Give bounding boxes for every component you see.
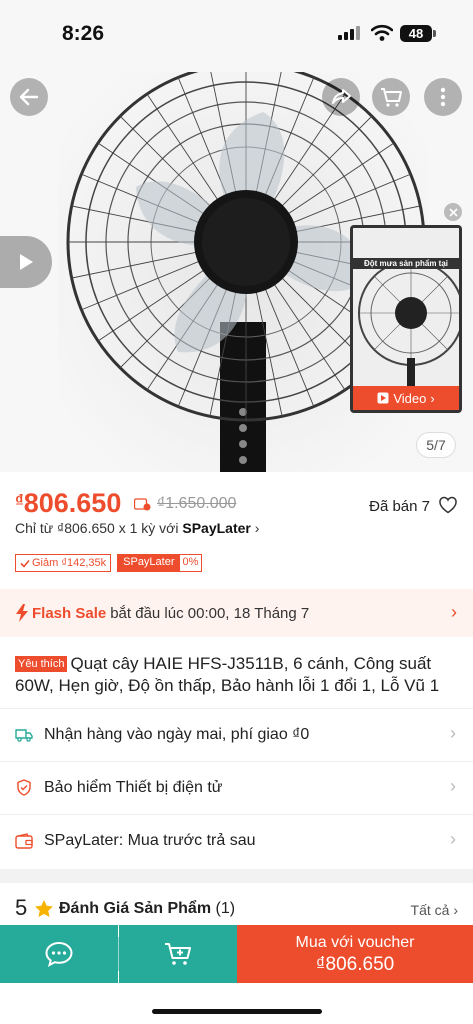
shipping-row[interactable]: Nhận hàng vào ngày mai, phí giao ₫0 › — [0, 708, 473, 760]
home-indicator — [152, 1009, 322, 1014]
see-all-reviews-link[interactable]: Tất cả › — [411, 902, 458, 918]
shipping-row-label: Nhận hàng vào ngày mai, phí giao ₫0 — [44, 725, 310, 743]
chevron-right-icon: › — [450, 723, 456, 743]
discount-tag-text: Giảm ₫142,35k — [32, 557, 107, 569]
buy-button-label: Mua với voucher — [295, 934, 415, 951]
gallery-play-button[interactable] — [0, 236, 52, 288]
share-button[interactable] — [322, 78, 360, 116]
price-value: 806.650 — [23, 488, 122, 518]
truck-icon — [15, 726, 33, 744]
promo-tags: Giảm ₫142,35k SPayLater 0% — [15, 554, 203, 572]
video-preview[interactable]: Đột mưa sản phẩm tại Video › — [350, 225, 462, 413]
image-counter: 5/7 — [416, 432, 456, 458]
product-title: Yêu thích Quạt cây HAIE HFS-J3511B, 6 cán… — [15, 653, 458, 697]
spaylater-installment-link[interactable]: Chỉ từ ₫806.650 x 1 kỳ với SPayLater › — [15, 520, 259, 536]
video-label-text: Video — [393, 390, 427, 406]
heart-icon[interactable] — [438, 496, 458, 514]
spaylater-tag-rate: 0% — [182, 556, 199, 568]
wifi-icon — [371, 24, 393, 41]
buy-with-voucher-button[interactable]: Mua với voucher ₫806.650 — [237, 925, 473, 983]
chat-icon — [45, 941, 73, 967]
chevron-right-icon: › — [450, 829, 456, 849]
cart-button[interactable] — [372, 78, 410, 116]
chevron-right-icon: › — [254, 520, 260, 536]
flash-sale-banner[interactable]: Flash Sale bắt đầu lúc 00:00, 18 Tháng 7… — [0, 589, 473, 637]
arrow-left-icon — [19, 88, 39, 106]
price-row: ₫806.650 ₫1.650.000 Đã bán 7 — [15, 488, 458, 522]
rating-value: 5 — [15, 895, 28, 920]
video-play-icon — [377, 392, 389, 404]
spaylater-tag-label: SPayLater — [118, 555, 180, 571]
reviews-title: Đánh Giá Sản Phẩm (1) — [59, 900, 235, 918]
spaylater-row-label: SPayLater: Mua trước trả sau — [44, 831, 256, 849]
wallet-icon — [15, 832, 33, 850]
add-to-cart-button[interactable] — [119, 925, 237, 983]
more-options-button[interactable] — [424, 78, 462, 116]
reviews-header[interactable]: 5 Đánh Giá Sản Phẩm (1) Tất cả › — [15, 895, 458, 925]
currency-symbol: ₫ — [15, 491, 24, 510]
spaylater-tag[interactable]: SPayLater 0% — [117, 554, 203, 572]
product-page: { "status_bar": {"time": "8:26", "batter… — [0, 0, 473, 1024]
coin-icon — [134, 498, 151, 511]
bottom-action-bar: Mua với voucher ₫806.650 — [0, 925, 473, 983]
play-icon — [20, 254, 33, 270]
original-price: ₫1.650.000 — [157, 495, 237, 512]
flash-sale-time: bắt đầu lúc 00:00, 18 Tháng 7 — [110, 604, 310, 622]
chevron-right-icon: › — [451, 602, 457, 622]
signal-icon — [338, 26, 360, 40]
star-icon — [35, 900, 53, 917]
reviews-count: (1) — [215, 900, 236, 917]
video-close-button[interactable] — [444, 203, 462, 221]
spaylater-row[interactable]: SPayLater: Mua trước trả sau › — [0, 814, 473, 866]
close-icon — [448, 207, 458, 217]
status-time: 8:26 — [62, 22, 105, 45]
product-image-gallery[interactable]: Đột mưa sản phẩm tại Video › 5/7 — [0, 0, 473, 472]
product-title-text: Quạt cây HAIE HFS-J3511B, 6 cánh, Công s… — [15, 654, 440, 695]
buy-button-price: ₫806.650 — [315, 954, 395, 975]
section-divider — [0, 869, 473, 883]
cart-icon — [381, 88, 402, 107]
chat-button[interactable] — [0, 925, 118, 983]
back-button[interactable] — [10, 78, 48, 116]
insurance-row[interactable]: Bảo hiểm Thiết bị điện tử › — [0, 761, 473, 813]
shield-icon — [15, 779, 33, 797]
sold-count: Đã bán 7 — [369, 498, 430, 515]
check-icon — [20, 559, 30, 568]
insurance-row-label: Bảo hiểm Thiết bị điện tử — [44, 778, 223, 796]
battery-icon: 48 — [400, 25, 436, 42]
chevron-right-icon: › — [430, 390, 435, 406]
video-thumbnail — [353, 228, 459, 388]
chevron-right-icon: › — [450, 776, 456, 796]
spaylater-brand: SPayLater — [182, 520, 251, 536]
video-banner: Đột mưa sản phẩm tại — [353, 258, 459, 269]
flash-sale-label: Flash Sale — [32, 604, 107, 622]
reviews-title-text: Đánh Giá Sản Phẩm — [59, 900, 212, 917]
current-price: ₫806.650 — [15, 488, 121, 519]
status-bar: 8:26 48 — [0, 0, 473, 62]
lightning-icon — [16, 604, 28, 622]
more-vertical-icon — [440, 87, 446, 107]
favorite-badge: Yêu thích — [15, 656, 68, 672]
add-to-cart-icon — [165, 943, 191, 965]
share-icon — [332, 89, 351, 104]
video-label[interactable]: Video › — [353, 386, 459, 410]
spaylater-prefix: Chỉ từ ₫806.650 x 1 kỳ với — [15, 520, 183, 536]
discount-tag[interactable]: Giảm ₫142,35k — [15, 554, 112, 572]
